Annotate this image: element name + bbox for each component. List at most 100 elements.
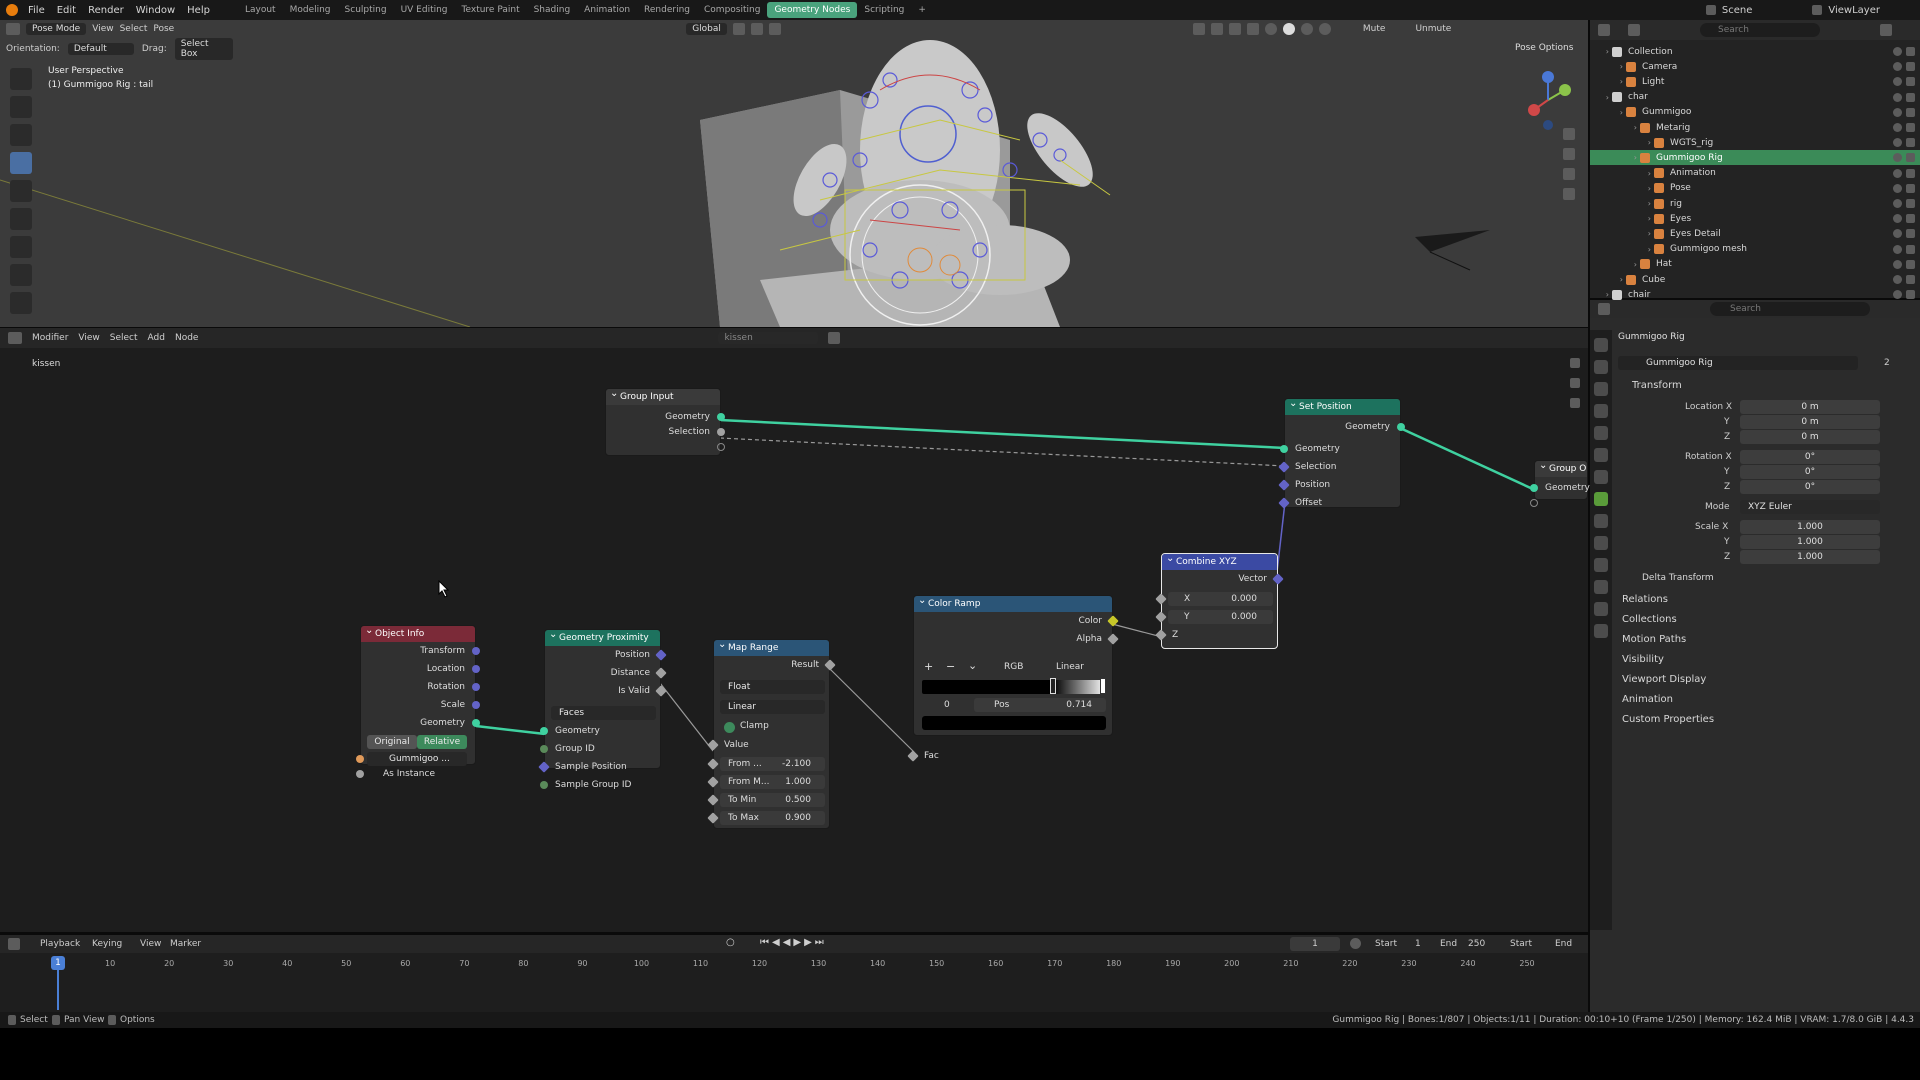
expand-chevron-icon[interactable]: › — [1590, 245, 1654, 254]
location-z-field[interactable]: 0 m — [1740, 430, 1880, 444]
expand-chevron-icon[interactable]: › — [1590, 62, 1626, 71]
ramp-stop-handle-black[interactable] — [1050, 678, 1056, 694]
3d-viewport[interactable]: Pose Mode View Select Pose Global Mute U… — [0, 20, 1588, 327]
socket-object-info-rotation[interactable] — [472, 683, 480, 691]
menu-render[interactable]: Render — [82, 5, 130, 16]
ramp-interp-dropdown[interactable]: Linear — [1056, 662, 1084, 672]
expand-chevron-icon[interactable]: › — [1590, 47, 1612, 56]
expand-chevron-icon[interactable]: › — [1590, 229, 1654, 238]
visibility-eye-icon[interactable] — [1893, 199, 1902, 208]
properties-panel[interactable]: Search Gummigoo Rig Gummigoo Rig 2 Trans… — [1590, 300, 1920, 1015]
unmute-button[interactable]: Unmute — [1415, 24, 1451, 34]
tab-geometry-nodes[interactable]: Geometry Nodes — [767, 2, 858, 18]
ramp-stop-handle-white[interactable] — [1100, 678, 1106, 694]
pose-options-button[interactable]: Pose Options — [1515, 43, 1573, 53]
menu-select[interactable]: Select — [120, 24, 148, 34]
scene-icon[interactable] — [1705, 5, 1716, 15]
socket-proximity-sample-group-id[interactable] — [540, 781, 548, 789]
scale-x-field[interactable]: 1.000 — [1740, 520, 1880, 534]
visibility-eye-icon[interactable] — [1893, 168, 1902, 178]
bone-tool-icon[interactable] — [10, 292, 32, 314]
gizmo-icon[interactable] — [1210, 23, 1223, 35]
socket-object-info-geometry[interactable] — [472, 719, 480, 727]
outliner-editor-icon[interactable] — [1598, 24, 1610, 36]
render-camera-icon[interactable] — [1906, 77, 1915, 87]
blender-logo-icon[interactable] — [6, 4, 18, 16]
cursor-tool-icon[interactable] — [10, 96, 32, 118]
timeline-editor-icon[interactable] — [8, 938, 20, 950]
socket-group-input-empty[interactable] — [717, 443, 725, 451]
properties-editor-icon[interactable] — [1598, 303, 1610, 315]
viewlayer-selector[interactable]: ViewLayer — [1822, 5, 1920, 16]
collection-tab-icon[interactable] — [1594, 470, 1608, 484]
outliner-item[interactable]: › Gummigoo — [1590, 105, 1920, 120]
overlay-icon[interactable] — [1228, 23, 1241, 35]
world-tab-icon[interactable] — [1594, 448, 1608, 462]
render-camera-icon[interactable] — [1906, 47, 1915, 56]
outliner-item[interactable]: › Camera — [1590, 59, 1920, 74]
tab-rendering[interactable]: Rendering — [637, 2, 697, 18]
section-viewport-display[interactable]: Viewport Display — [1622, 674, 1706, 685]
playhead[interactable]: 1 — [51, 956, 65, 970]
outliner[interactable]: Search › Collection › Camera › Light › char › Gum… — [1590, 20, 1920, 300]
expand-chevron-icon[interactable]: › — [1590, 138, 1654, 147]
outliner-item[interactable]: › Hat — [1590, 257, 1920, 272]
proportional-icon[interactable] — [768, 23, 781, 35]
rotation-mode-dropdown[interactable]: XYZ Euler — [1740, 500, 1880, 514]
menu-keying[interactable]: Keying — [92, 939, 122, 949]
socket-object-info-transform[interactable] — [472, 647, 480, 655]
annotate-tool-icon[interactable] — [10, 236, 32, 258]
properties-search[interactable]: Search — [1710, 302, 1870, 316]
object-selector-field[interactable]: Gummigoo ... — [367, 752, 467, 766]
orientation-dropdown[interactable]: Default — [67, 43, 134, 55]
object-tab-icon[interactable] — [1594, 492, 1608, 506]
section-visibility[interactable]: Visibility — [1622, 654, 1664, 665]
color-ramp-node[interactable]: Color Ramp Color Alpha + − ⌄ RGB Linear … — [907, 593, 1119, 762]
expand-chevron-icon[interactable]: › — [1590, 123, 1640, 132]
socket-object-info-as-instance[interactable] — [356, 770, 364, 778]
outliner-item[interactable]: › Collection — [1590, 44, 1920, 59]
render-camera-icon[interactable] — [1906, 107, 1915, 117]
socket-object-info-scale[interactable] — [472, 701, 480, 709]
snap-icon[interactable] — [750, 23, 763, 35]
add-stop-icon[interactable]: + — [924, 660, 933, 673]
rotation-x-field[interactable]: 0° — [1740, 450, 1880, 464]
render-camera-icon[interactable] — [1906, 138, 1915, 148]
outliner-item[interactable]: › Metarig — [1590, 120, 1920, 135]
tab-layout[interactable]: Layout — [238, 2, 283, 18]
visibility-eye-icon[interactable] — [1893, 92, 1902, 102]
transform-tool-icon[interactable] — [10, 208, 32, 230]
end-frame-field[interactable]: 250 — [1468, 939, 1485, 949]
render-camera-icon[interactable] — [1906, 229, 1915, 239]
tool-tab-icon[interactable] — [1594, 338, 1608, 352]
visibility-icon[interactable] — [1192, 23, 1205, 35]
tab-sculpting[interactable]: Sculpting — [338, 2, 394, 18]
socket-proximity-geometry[interactable] — [540, 727, 548, 735]
visibility-eye-icon[interactable] — [1893, 244, 1902, 254]
rotate-tool-icon[interactable] — [10, 152, 32, 174]
physics-tab-icon[interactable] — [1594, 558, 1608, 572]
socket-object-info-object[interactable] — [356, 755, 364, 763]
visibility-eye-icon[interactable] — [1893, 214, 1902, 224]
ortho-grid-icon[interactable] — [1563, 188, 1575, 200]
menu-edit[interactable]: Edit — [51, 5, 82, 16]
location-x-field[interactable]: 0 m — [1740, 400, 1880, 414]
shading-solid-icon[interactable] — [1282, 23, 1295, 35]
record-icon[interactable]: ○ — [726, 937, 735, 948]
display-mode-icon[interactable] — [1628, 24, 1640, 36]
visibility-eye-icon[interactable] — [1893, 77, 1902, 87]
socket-set-position-out[interactable] — [1397, 423, 1405, 431]
expand-chevron-icon[interactable]: › — [1590, 108, 1626, 117]
color-ramp-gradient[interactable] — [922, 680, 1106, 694]
proximity-target-dropdown[interactable]: Faces — [551, 706, 656, 720]
tab-modeling[interactable]: Modeling — [283, 2, 338, 18]
move-tool-icon[interactable] — [10, 124, 32, 146]
map-range-type-dropdown[interactable]: Float — [720, 680, 825, 694]
tool-tab-node-icon[interactable] — [1570, 378, 1580, 388]
shading-render-icon[interactable] — [1318, 23, 1331, 35]
group-input-node[interactable]: Group Input Geometry Selection — [605, 386, 725, 456]
original-toggle[interactable]: Original — [367, 735, 417, 749]
camera-view-icon[interactable] — [1563, 168, 1575, 180]
filter-icon[interactable] — [1880, 24, 1892, 36]
pan-hand-icon[interactable] — [1563, 148, 1575, 160]
